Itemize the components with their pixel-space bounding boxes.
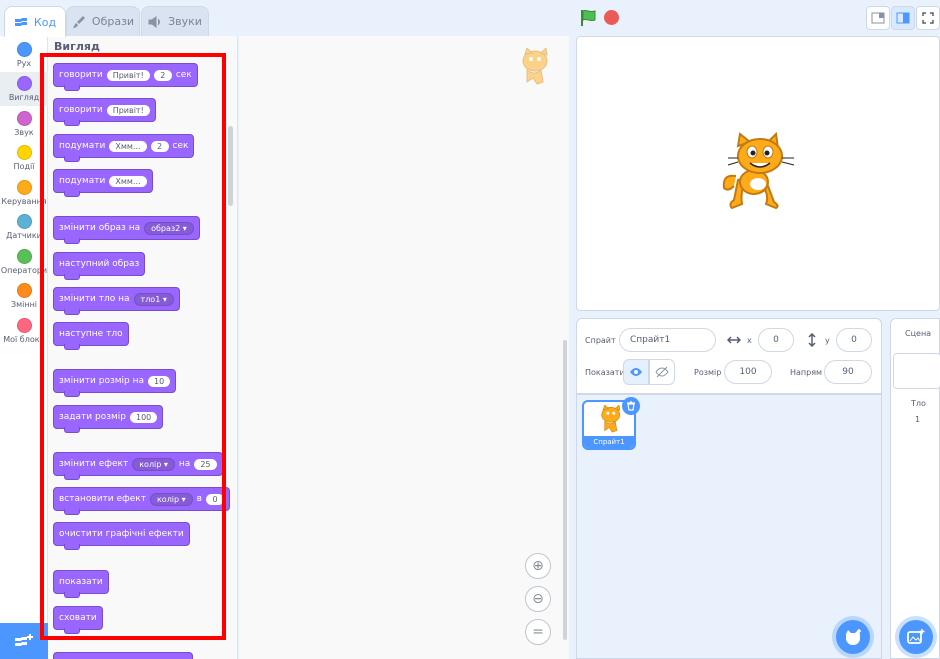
- backdrops-count: 1: [915, 415, 921, 424]
- extension-icon: [15, 634, 33, 646]
- tab-sounds[interactable]: Звуки: [141, 6, 209, 36]
- speaker-icon: [148, 15, 161, 28]
- y-arrow-icon: [808, 333, 816, 347]
- stage-target-pane[interactable]: Сцена Тло 1: [890, 318, 940, 659]
- top-bar: Код Образи Звуки: [0, 0, 940, 37]
- zoom-in-icon: ⊕: [532, 558, 544, 574]
- show-label: Показати: [585, 368, 625, 377]
- show-hidden-button[interactable]: [649, 359, 675, 385]
- eye-slash-icon: [655, 366, 669, 378]
- zoom-reset-button[interactable]: =: [525, 619, 551, 645]
- x-input[interactable]: 0: [758, 328, 794, 352]
- normal-stage-icon: [896, 12, 910, 24]
- zoom-reset-icon: =: [532, 624, 544, 640]
- choose-sprite-button[interactable]: [836, 620, 870, 654]
- zoom-in-button[interactable]: ⊕: [525, 553, 551, 579]
- highlight-box: [40, 53, 226, 640]
- tab-code-label: Код: [33, 15, 57, 29]
- zoom-out-button[interactable]: ⊖: [525, 586, 551, 612]
- add-sprite-icon: [846, 629, 861, 645]
- category-dot-icon: [16, 111, 32, 126]
- category-dot-icon: [16, 249, 32, 264]
- sprite-name-input[interactable]: Спрайт1: [619, 328, 716, 352]
- script-scrollbar[interactable]: [563, 340, 567, 640]
- category-dot-icon: [16, 283, 32, 298]
- category-dot-icon: [16, 214, 32, 229]
- category-dot-icon: [16, 42, 32, 57]
- x-label: x: [747, 336, 752, 345]
- choose-backdrop-button[interactable]: [899, 620, 933, 654]
- add-backdrop-icon: [907, 629, 925, 644]
- sprite-tile-name: Спрайт1: [584, 436, 634, 448]
- palette-scrollbar[interactable]: [228, 126, 233, 206]
- normal-stage-button[interactable]: [891, 6, 915, 30]
- fullscreen-icon: [922, 12, 934, 24]
- small-stage-icon: [871, 12, 885, 24]
- cat-sprite[interactable]: [720, 132, 800, 214]
- eye-icon: [630, 368, 642, 376]
- zoom-out-icon: ⊖: [532, 591, 544, 607]
- direction-input[interactable]: 90: [824, 360, 872, 384]
- code-icon: [14, 18, 27, 26]
- delete-sprite-button[interactable]: [622, 397, 640, 415]
- stop-icon[interactable]: [604, 10, 619, 25]
- category-dot-icon: [16, 180, 32, 195]
- show-visible-button[interactable]: [623, 359, 649, 385]
- tab-sounds-label: Звуки: [168, 15, 202, 28]
- tab-code[interactable]: Код: [4, 6, 66, 37]
- sprite-thumbnail-icon: [601, 405, 621, 433]
- trash-icon: [627, 401, 635, 411]
- backdrop-thumbnail[interactable]: [893, 353, 940, 389]
- y-input[interactable]: 0: [836, 328, 872, 352]
- tab-costumes[interactable]: Образи: [66, 6, 140, 36]
- category-dot-icon: [16, 76, 32, 91]
- palette-section-title: Вигляд: [54, 40, 100, 53]
- direction-label: Напрям: [790, 368, 823, 377]
- sprite-watermark-icon: [522, 48, 548, 85]
- stage-pane-title: Сцена: [905, 329, 932, 338]
- category-dot-icon: [16, 145, 32, 160]
- fullscreen-button[interactable]: [916, 6, 940, 30]
- brush-icon: [72, 15, 85, 28]
- sprite-label: Спрайт: [585, 336, 616, 345]
- tab-costumes-label: Образи: [91, 15, 135, 28]
- size-input[interactable]: 100: [724, 360, 772, 384]
- script-area[interactable]: [239, 36, 569, 659]
- y-label: y: [825, 336, 830, 345]
- size-label: Розмір: [694, 368, 722, 377]
- x-arrow-icon: [727, 336, 741, 344]
- category-dot-icon: [16, 318, 32, 333]
- small-stage-button[interactable]: [866, 6, 890, 30]
- block-partial[interactable]: [53, 652, 193, 659]
- green-flag-icon[interactable]: [578, 8, 598, 28]
- backdrops-label: Тло: [911, 399, 926, 408]
